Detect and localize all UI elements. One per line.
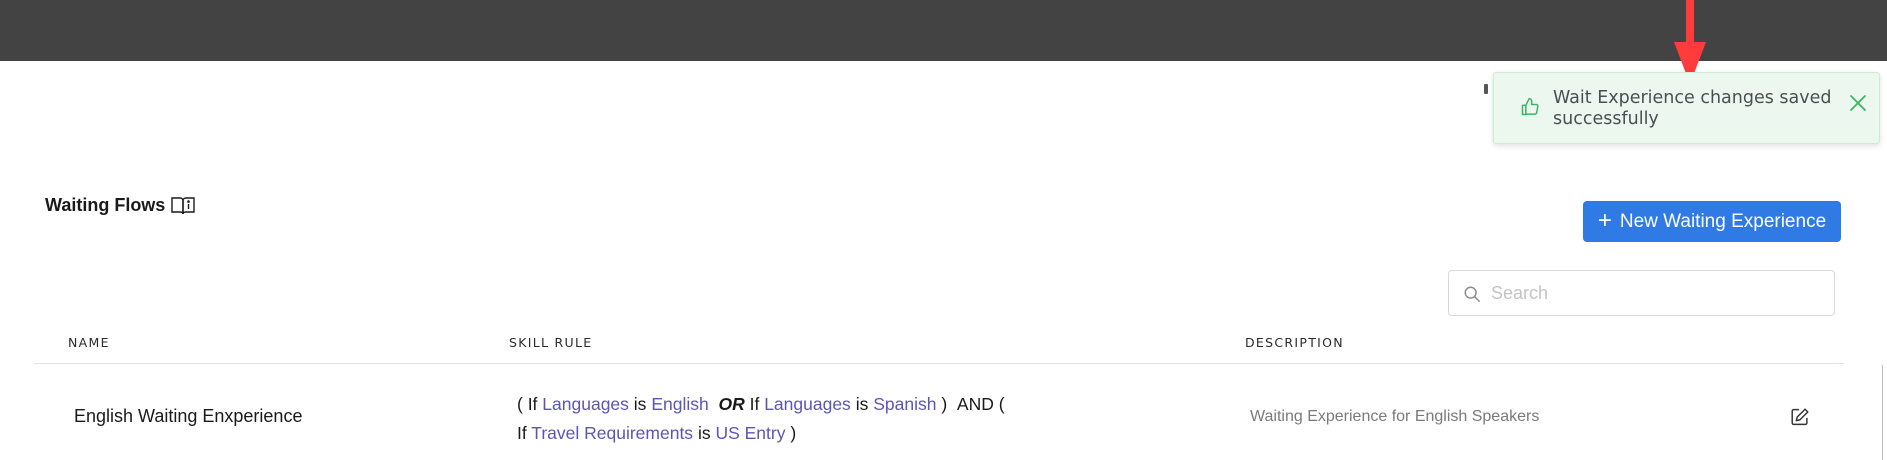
scrollbar-edge: [1882, 365, 1883, 460]
row-description: Waiting Experience for English Speakers: [1250, 408, 1540, 425]
rule-text: ( If: [517, 394, 538, 414]
row-skill-rule: ( If Languages is English OR If Language…: [517, 390, 1077, 448]
new-waiting-experience-label: New Waiting Experience: [1619, 210, 1827, 232]
success-toast: Wait Experience changes saved successful…: [1493, 72, 1880, 144]
new-waiting-experience-button[interactable]: + New Waiting Experience: [1583, 201, 1841, 242]
column-header-name[interactable]: NAME: [68, 335, 110, 350]
page-title: Waiting Flows: [45, 195, 196, 216]
row-name[interactable]: English Waiting Enxperience: [74, 406, 302, 427]
rule-text: is: [633, 394, 647, 414]
obscured-header-text: [1484, 84, 1488, 94]
rule-text: is: [697, 423, 711, 443]
rule-value: Spanish: [873, 394, 937, 414]
page-title-text: Waiting Flows: [45, 195, 166, 215]
edit-icon[interactable]: [1789, 406, 1811, 428]
toast-message: Wait Experience changes saved successful…: [1553, 88, 1832, 129]
rule-value: US Entry: [715, 423, 786, 443]
rule-text: If: [517, 423, 527, 443]
search-input[interactable]: [1489, 279, 1823, 307]
rule-operator: OR: [718, 394, 745, 414]
plus-icon: +: [1597, 206, 1612, 234]
book-info-icon[interactable]: [171, 196, 196, 216]
header-divider: [34, 363, 1844, 364]
search-box[interactable]: [1448, 270, 1835, 316]
rule-operator: AND (: [956, 394, 1005, 414]
rule-value: English: [651, 394, 709, 414]
top-bar: [0, 0, 1887, 61]
rule-attribute: Languages: [764, 394, 851, 414]
column-header-skill-rule[interactable]: SKILL RULE: [509, 335, 592, 350]
thumbs-up-icon: [1521, 97, 1539, 116]
rule-attribute: Languages: [542, 394, 629, 414]
rule-text: If: [749, 394, 760, 414]
rule-attribute: Travel Requirements: [531, 423, 694, 443]
rule-text: is: [855, 394, 869, 414]
close-icon[interactable]: [1846, 91, 1870, 115]
search-icon: [1464, 286, 1480, 302]
rule-text: ): [941, 394, 948, 414]
rule-text: ): [790, 423, 797, 443]
column-header-description[interactable]: DESCRIPTION: [1245, 335, 1344, 350]
